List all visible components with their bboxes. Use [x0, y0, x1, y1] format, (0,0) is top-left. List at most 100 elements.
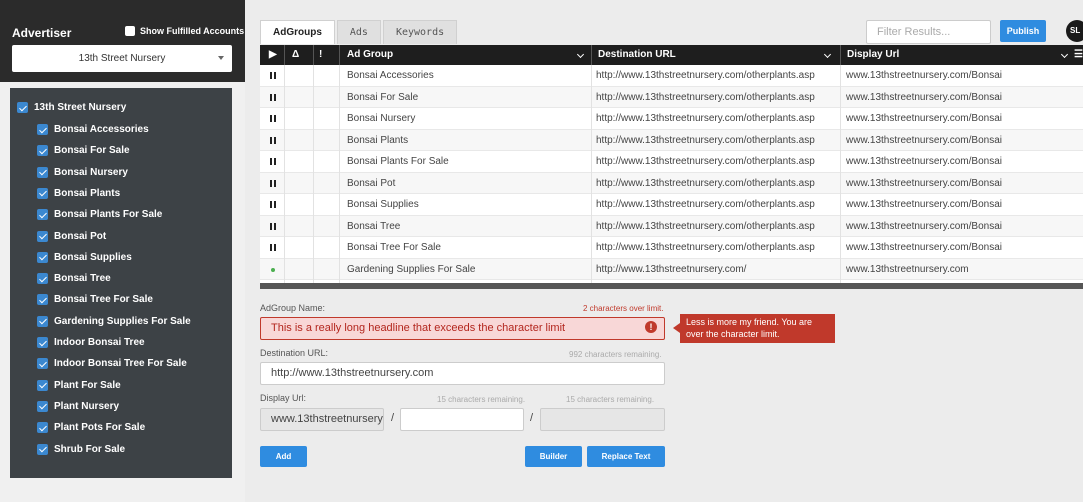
active-status-icon[interactable]: [271, 267, 275, 272]
tab-keywords[interactable]: Keywords: [382, 20, 458, 44]
tree-item[interactable]: Bonsai Pot: [37, 226, 106, 247]
ad-group-column-header[interactable]: Ad Group: [347, 45, 393, 65]
tree-item[interactable]: Plant Nursery: [37, 396, 119, 417]
replace-text-button[interactable]: Replace Text: [587, 446, 665, 467]
tree-item-root[interactable]: 13th Street Nursery: [17, 97, 126, 118]
publish-button[interactable]: Publish: [1000, 20, 1046, 42]
pause-icon[interactable]: [270, 136, 276, 144]
table-row[interactable]: Bonsai Tree http://www.13thstreetnursery.…: [260, 215, 1083, 237]
display-column-header[interactable]: Display Url: [847, 45, 899, 65]
checkbox[interactable]: [37, 400, 48, 412]
chevron-down-icon[interactable]: [576, 50, 585, 59]
tab-adgroups[interactable]: AdGroups: [260, 20, 335, 44]
checkbox[interactable]: [37, 315, 48, 327]
account-select[interactable]: 13th Street Nursery: [12, 45, 232, 72]
delta-column-header[interactable]: Δ: [292, 45, 299, 65]
show-fulfilled-checkbox[interactable]: [125, 26, 135, 36]
checkbox[interactable]: [37, 379, 48, 391]
tree-item[interactable]: Bonsai Supplies: [37, 247, 132, 268]
tree-item[interactable]: Bonsai Nursery: [37, 162, 128, 183]
adgroup-name-field[interactable]: This is a really long headline that exce…: [260, 317, 665, 340]
show-fulfilled-toggle[interactable]: Show Fulfilled Accounts: [125, 26, 244, 36]
play-column-header[interactable]: ▶: [269, 45, 277, 65]
table-row[interactable]: Bonsai Tree For Sale http://www.13thstree…: [260, 237, 1083, 259]
destination-column-header[interactable]: Destination URL: [598, 45, 676, 65]
checkbox[interactable]: [37, 187, 48, 199]
tree-item[interactable]: Bonsai Tree: [37, 268, 111, 289]
tree-item[interactable]: Bonsai For Sale: [37, 140, 130, 161]
tree-item[interactable]: Bonsai Accessories: [37, 119, 149, 140]
checkbox[interactable]: [17, 102, 28, 113]
ad-group-cell: Bonsai For Sale: [347, 91, 419, 103]
checkbox[interactable]: [37, 251, 48, 263]
checkbox[interactable]: [37, 337, 48, 348]
ad-group-cell: Bonsai Tree: [347, 220, 401, 232]
checkbox[interactable]: [37, 443, 48, 455]
destination-cell: http://www.13thstreetnursery.com/otherpl…: [596, 220, 815, 232]
destination-cell: http://www.13thstreetnursery.com/otherpl…: [596, 91, 815, 103]
add-button[interactable]: Add: [260, 446, 307, 467]
checkbox[interactable]: [37, 294, 48, 306]
ad-group-cell: Gardening Supplies For Sale: [347, 263, 476, 275]
checkbox[interactable]: [37, 230, 48, 242]
filter-input[interactable]: Filter Results...: [866, 20, 991, 44]
tree-item[interactable]: Gardening Supplies For Sale: [37, 311, 191, 332]
tree-item[interactable]: Bonsai Tree For Sale: [37, 289, 153, 310]
table-row[interactable]: Gardening Supplies For Sale http://www.13…: [260, 258, 1083, 280]
ad-group-cell: Bonsai Nursery: [347, 113, 416, 124]
pause-icon[interactable]: [270, 201, 276, 208]
chevron-down-icon[interactable]: [823, 50, 832, 59]
tree-item-label: Bonsai Plants: [54, 187, 121, 199]
builder-button[interactable]: Builder: [525, 446, 582, 467]
menu-icon[interactable]: ☰: [1074, 45, 1083, 65]
pause-icon[interactable]: [270, 72, 276, 79]
tree-item[interactable]: Shrub For Sale: [37, 439, 125, 460]
table-row[interactable]: Bonsai Plants http://www.13thstreetnurser…: [260, 129, 1083, 151]
adgroup-name-label: AdGroup Name:: [260, 303, 326, 313]
checkbox[interactable]: [37, 422, 48, 434]
table-row[interactable]: Bonsai Accessories http://www.13thstreetn…: [260, 65, 1083, 87]
grid-scrollbar[interactable]: [260, 283, 1083, 289]
destination-url-hint: 992 characters remaining.: [569, 350, 662, 359]
table-row[interactable]: Bonsai Supplies http://www.13thstreetnurs…: [260, 194, 1083, 216]
tree-item[interactable]: Indoor Bonsai Tree: [37, 332, 145, 353]
table-row[interactable]: Bonsai Nursery http://www.13thstreetnurse…: [260, 108, 1083, 130]
tab-ads[interactable]: Ads: [336, 20, 381, 44]
checkbox[interactable]: [37, 273, 48, 285]
tree-item-label: Bonsai Supplies: [54, 251, 132, 263]
error-tooltip: Less is more my friend. You are over the…: [673, 314, 835, 343]
display-url-path-1-field[interactable]: [400, 408, 524, 431]
display-cell: www.13thstreetnursery.com/Bonsai: [846, 91, 1002, 103]
pause-icon[interactable]: [270, 179, 276, 187]
tree-item[interactable]: Indoor Bonsai Tree For Sale: [37, 353, 187, 374]
pause-icon[interactable]: [270, 115, 276, 122]
pause-icon[interactable]: [270, 222, 276, 230]
checkbox[interactable]: [37, 209, 48, 221]
tree-item-label: Bonsai Tree For Sale: [54, 294, 153, 306]
table-row[interactable]: Bonsai Pot http://www.13thstreetnursery.c…: [260, 172, 1083, 194]
checkbox[interactable]: [37, 145, 48, 157]
checkbox[interactable]: [37, 124, 48, 135]
display-url-slash-2: /: [530, 412, 534, 424]
tree-item[interactable]: Bonsai Plants: [37, 183, 120, 204]
pause-icon[interactable]: [270, 244, 276, 251]
pause-icon[interactable]: [270, 158, 276, 165]
sidebar-title: Advertiser: [12, 26, 72, 40]
chevron-down-icon[interactable]: [1060, 50, 1069, 59]
display-cell: www.13thstreetnursery.com/Bonsai: [846, 134, 1002, 146]
checkbox[interactable]: [37, 166, 48, 178]
checkbox[interactable]: [37, 358, 48, 370]
table-row[interactable]: Bonsai Plants For Sale http://www.13thstr…: [260, 151, 1083, 173]
avatar[interactable]: SL: [1066, 20, 1083, 42]
info-column-header[interactable]: !: [319, 45, 322, 65]
destination-url-field[interactable]: http://www.13thstreetnursery.com: [260, 362, 665, 385]
pause-icon[interactable]: [270, 93, 276, 101]
display-cell: www.13thstreetnursery.com/Bonsai: [846, 70, 1002, 81]
tree-item[interactable]: Plant For Sale: [37, 375, 121, 396]
tree-item[interactable]: Plant Pots For Sale: [37, 417, 145, 438]
table-row[interactable]: Bonsai For Sale http://www.13thstreetnurs…: [260, 86, 1083, 108]
display-url-slash-1: /: [391, 412, 395, 424]
tree-item-label: Bonsai Pot: [54, 230, 107, 242]
tree-item[interactable]: Bonsai Plants For Sale: [37, 204, 162, 225]
tree-item-label: Plant For Sale: [54, 379, 121, 391]
